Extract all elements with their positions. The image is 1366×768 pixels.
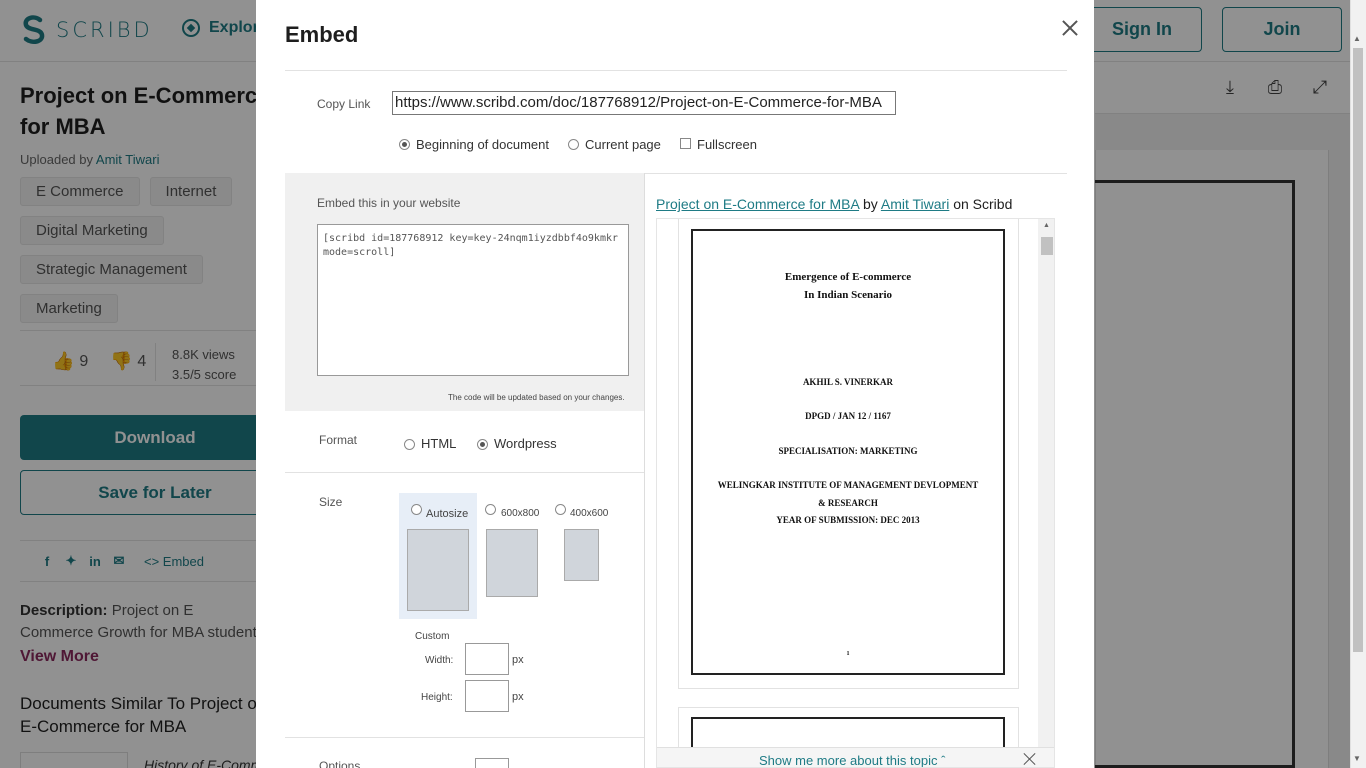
preview-page-number: 1	[846, 651, 850, 657]
preview-line: WELINGKAR INSTITUTE OF MANAGEMENT DEVLOP…	[717, 480, 979, 490]
width-unit: px	[512, 654, 524, 666]
preview-line: In Indian Scenario	[803, 289, 893, 301]
copy-link-label: Copy Link	[317, 97, 371, 111]
height-unit: px	[512, 691, 524, 703]
size-autosize-radio[interactable]	[411, 504, 422, 515]
size-autosize-preview	[407, 529, 469, 611]
size-600-label: 600x800	[501, 508, 540, 519]
divider	[285, 70, 1067, 71]
height-label: Height:	[421, 692, 453, 703]
start-beginning-label: Beginning of document	[416, 137, 549, 152]
close-icon[interactable]	[1023, 752, 1037, 766]
preview-on: on Scribd	[953, 196, 1013, 212]
panel-divider	[644, 173, 645, 768]
width-label: Width:	[425, 655, 454, 666]
format-wordpress-radio[interactable]	[477, 439, 488, 450]
embed-label: Embed this in your website	[317, 196, 461, 210]
show-more-label: Show me more about this topic	[759, 753, 938, 768]
size-label: Size	[319, 495, 343, 509]
start-current-radio[interactable]	[568, 139, 579, 150]
size-400-radio[interactable]	[555, 504, 566, 515]
preview-line: Emergence of E-commerce	[784, 271, 912, 283]
width-input[interactable]	[465, 643, 509, 675]
preview-line: DPGD / JAN 12 / 1167	[805, 411, 891, 421]
scroll-up-arrow-icon[interactable]: ▲	[1353, 34, 1361, 43]
preview-title-link[interactable]: Project on E-Commerce for MBA	[656, 196, 859, 212]
size-600-radio[interactable]	[485, 504, 496, 515]
embed-modal: Embed Copy Link https://www.scribd.com/d…	[256, 0, 1094, 768]
format-wordpress-label: Wordpress	[494, 436, 557, 451]
size-400-preview[interactable]	[564, 529, 599, 581]
options-label: Options	[319, 759, 361, 768]
height-input[interactable]	[465, 680, 509, 712]
fullscreen-checkbox[interactable]	[680, 138, 691, 149]
preview-line: AKHIL S. VINERKAR	[802, 377, 894, 387]
copy-link-input[interactable]: https://www.scribd.com/doc/187768912/Pro…	[392, 91, 896, 115]
format-label: Format	[319, 433, 358, 447]
preview-line: SPECIALISATION: MARKETING	[778, 446, 918, 456]
divider	[285, 737, 644, 738]
scroll-up-arrow-icon[interactable]: ▲	[1043, 222, 1050, 229]
preview-author-link[interactable]: Amit Tiwari	[881, 196, 949, 212]
modal-title: Embed	[285, 22, 359, 47]
chevron-up-icon: ˆ	[941, 753, 946, 768]
format-html-radio[interactable]	[404, 439, 415, 450]
close-icon[interactable]	[1059, 18, 1081, 40]
preview-footer: Show me more about this topic ˆ	[657, 747, 1054, 768]
preview-by: by	[862, 196, 878, 212]
start-beginning-radio[interactable]	[399, 139, 410, 150]
preview-scrollbar-thumb[interactable]	[1041, 237, 1053, 255]
scroll-down-arrow-icon[interactable]: ▼	[1353, 754, 1361, 763]
custom-label: Custom	[415, 631, 450, 642]
preview-header: Project on E-Commerce for MBA by Amit Ti…	[656, 196, 1012, 212]
page-scrollbar-thumb[interactable]	[1353, 48, 1363, 652]
start-current-label: Current page	[585, 137, 661, 152]
size-600-preview[interactable]	[486, 529, 538, 597]
format-html-label: HTML	[421, 436, 457, 451]
preview-line: & RESEARCH	[818, 498, 878, 508]
size-autosize-label: Autosize	[426, 508, 469, 520]
preview-page: Emergence of E-commerce In Indian Scenar…	[691, 229, 1005, 675]
options-input[interactable]	[475, 758, 509, 768]
embed-preview-frame[interactable]: Emergence of E-commerce In Indian Scenar…	[656, 218, 1055, 768]
embed-code-textarea[interactable]: [scribd id=187768912 key=key-24nqm1iyzdb…	[317, 224, 629, 376]
show-more-link[interactable]: Show me more about this topic ˆ	[759, 753, 946, 768]
size-400-label: 400x600	[570, 508, 609, 519]
code-note: The code will be updated based on your c…	[448, 393, 625, 402]
preview-line: YEAR OF SUBMISSION: DEC 2013	[776, 515, 920, 525]
divider	[285, 472, 644, 473]
fullscreen-label: Fullscreen	[697, 137, 757, 152]
preview-scrollbar[interactable]	[1038, 219, 1054, 767]
